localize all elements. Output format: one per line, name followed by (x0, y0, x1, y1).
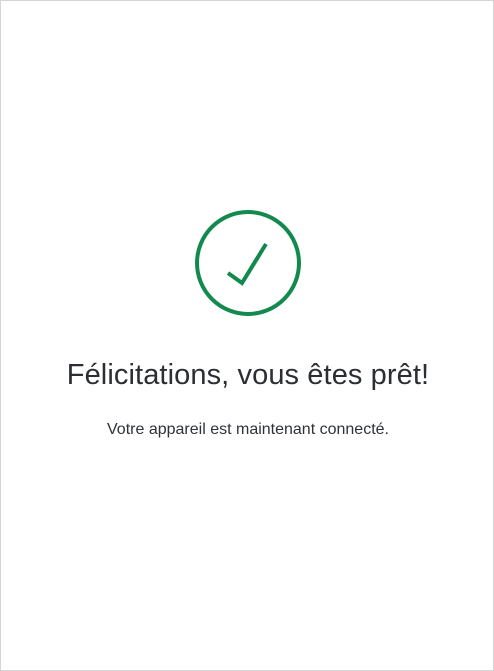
success-title: Félicitations, vous êtes prêt! (66, 359, 430, 391)
success-message: Votre appareil est maintenant connecté. (107, 421, 389, 438)
checkmark-circle-icon (195, 210, 301, 316)
confirmation-screen: Félicitations, vous êtes prêt! Votre app… (0, 0, 494, 671)
